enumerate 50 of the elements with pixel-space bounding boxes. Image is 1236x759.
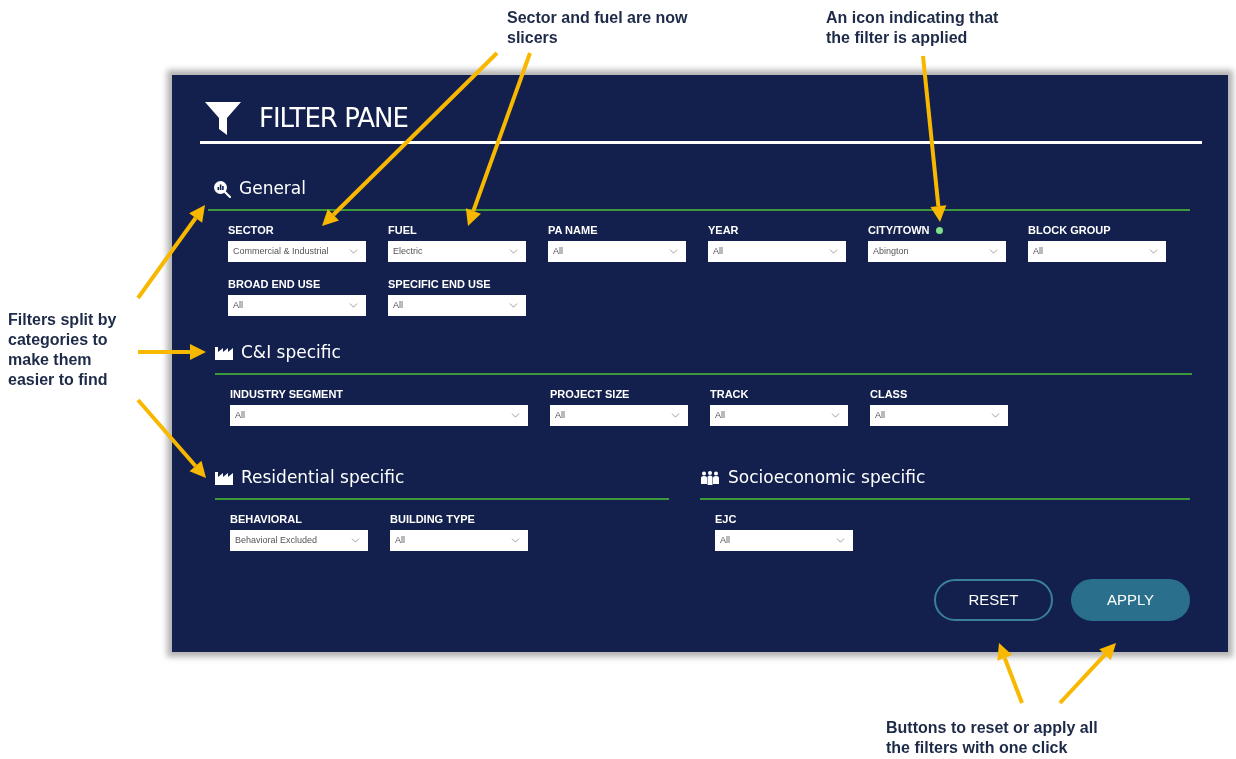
- filter-label: PROJECT SIZE: [550, 388, 630, 400]
- people-icon: [700, 471, 720, 485]
- filter-label: BUILDING TYPE: [390, 513, 475, 525]
- dropdown[interactable]: Commercial & Industrial: [228, 241, 366, 262]
- filter-label: SECTOR: [228, 224, 274, 236]
- dropdown[interactable]: All: [870, 405, 1008, 426]
- section-title: C&I specific: [241, 341, 341, 365]
- dropdown[interactable]: Electric: [388, 241, 526, 262]
- filter-label: PA NAME: [548, 224, 598, 236]
- dropdown[interactable]: All: [390, 530, 528, 551]
- filter-label: YEAR: [708, 224, 739, 236]
- factory-icon: [215, 471, 233, 485]
- dropdown[interactable]: All: [708, 241, 846, 262]
- filter-applied-icon: [935, 226, 943, 234]
- magnifier-chart-icon: [213, 180, 231, 198]
- funnel-icon: [205, 101, 241, 135]
- filter-label: INDUSTRY SEGMENT: [230, 388, 344, 400]
- filter-label: FUEL: [388, 224, 417, 236]
- dropdown[interactable]: All: [388, 295, 526, 316]
- annotation-arrow: [997, 643, 1024, 704]
- filter-label: SPECIFIC END USE: [388, 278, 491, 290]
- dropdown[interactable]: All: [550, 405, 688, 426]
- callout-text: Buttons to reset or apply all the filters with one click: [886, 718, 1099, 758]
- dropdown[interactable]: All: [548, 241, 686, 262]
- callout-text: Filters split by categories to make them easier to find: [8, 310, 118, 390]
- dropdown[interactable]: All: [710, 405, 848, 426]
- section-title: General: [239, 177, 306, 201]
- filter-label: BLOCK GROUP: [1028, 224, 1111, 236]
- annotation-arrow: [1058, 643, 1116, 705]
- dropdown[interactable]: Behavioral Excluded: [230, 530, 368, 551]
- annotation-arrow: [138, 344, 206, 360]
- reset-button[interactable]: RESET: [934, 579, 1053, 621]
- filter-label: CITY/TOWN: [868, 224, 943, 236]
- filter-label: BEHAVIORAL: [230, 513, 302, 525]
- pane-title: FILTER PANE: [259, 101, 408, 135]
- callout-text: An icon indicating that the filter is applied: [826, 8, 1000, 48]
- section-title: Residential specific: [241, 466, 405, 490]
- dropdown[interactable]: All: [715, 530, 853, 551]
- factory-icon: [215, 346, 233, 360]
- dropdown[interactable]: Abington: [868, 241, 1006, 262]
- dropdown[interactable]: All: [228, 295, 366, 316]
- filter-label: TRACK: [710, 388, 749, 400]
- filter-label: EJC: [715, 513, 737, 525]
- callout-text: Sector and fuel are now slicers: [507, 8, 689, 48]
- dropdown[interactable]: All: [230, 405, 528, 426]
- dropdown[interactable]: All: [1028, 241, 1166, 262]
- apply-button[interactable]: APPLY: [1071, 579, 1190, 621]
- filter-label: CLASS: [870, 388, 908, 400]
- section-title: Socioeconomic specific: [728, 466, 926, 490]
- filter-label: BROAD END USE: [228, 278, 321, 290]
